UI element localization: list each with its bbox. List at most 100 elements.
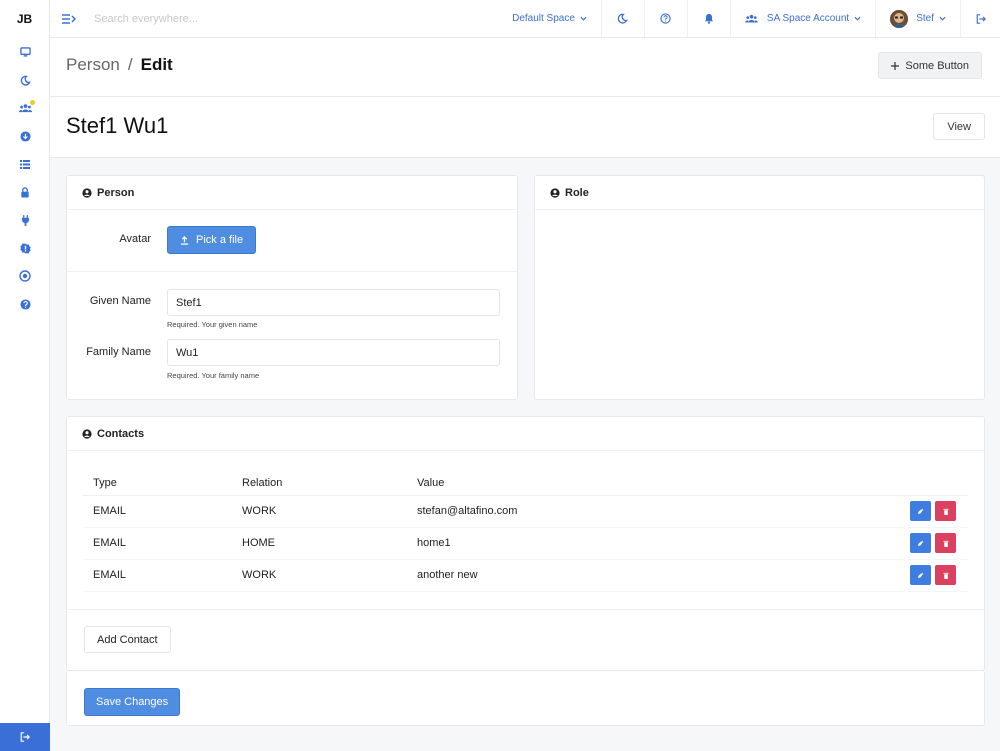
notification-dot	[30, 100, 35, 105]
role-card: Role	[534, 175, 985, 400]
given-name-help: Required. Your given name	[167, 320, 258, 329]
title-bar: Stef1 Wu1 View	[50, 97, 1000, 158]
person-fields: Given Name Required. Your given name Fam…	[67, 272, 517, 399]
edit-button[interactable]	[910, 533, 931, 553]
column-header-relation: Relation	[232, 471, 407, 496]
some-button[interactable]: Some Button	[878, 52, 982, 79]
help-circle-icon[interactable]	[0, 290, 50, 318]
logout-icon[interactable]	[0, 723, 50, 751]
moon-icon	[618, 13, 629, 24]
save-changes-button[interactable]: Save Changes	[84, 688, 181, 716]
avatar-row: Avatar Pick a file	[67, 210, 517, 272]
users-icon	[745, 14, 758, 23]
family-name-help: Required. Your family name	[167, 371, 260, 380]
person-card-title: Person	[97, 186, 135, 199]
breadcrumb-current: Edit	[140, 55, 173, 74]
contacts-card-title: Contacts	[97, 427, 145, 440]
pick-file-label: Pick a file	[196, 234, 244, 246]
family-name-label: Family Name	[86, 346, 151, 358]
divider	[67, 609, 984, 610]
logout-icon	[976, 13, 986, 24]
contacts-table: Type Relation Value EMAIL WORK stefan@al…	[83, 471, 968, 592]
table-row: EMAIL WORK another new	[83, 559, 968, 592]
form-footer: Save Changes	[66, 671, 985, 726]
trash-icon	[942, 508, 949, 515]
some-button-label: Some Button	[905, 59, 969, 72]
gear-badge-icon[interactable]	[0, 234, 50, 262]
role-card-title: Role	[565, 186, 589, 199]
monitor-icon[interactable]	[0, 38, 50, 66]
breadcrumb-separator: /	[127, 55, 133, 74]
pencil-icon	[917, 508, 924, 514]
breadcrumb-parent[interactable]: Person	[66, 55, 120, 75]
user-circle-icon	[82, 428, 92, 439]
topbar: Default Space SA Space Account Stef	[50, 0, 1000, 38]
delete-button[interactable]	[935, 501, 956, 521]
account-label: SA Space Account	[766, 13, 850, 24]
help-button[interactable]	[643, 0, 687, 37]
plug-icon[interactable]	[0, 206, 50, 234]
page-title: Stef1 Wu1	[66, 113, 169, 138]
search-bar	[88, 0, 498, 37]
delete-button[interactable]	[935, 565, 956, 585]
person-card: Person Avatar Pick a file Given Name Req…	[66, 175, 518, 400]
upload-icon	[180, 235, 189, 245]
contact-value: another new	[407, 559, 888, 592]
user-menu[interactable]: Stef	[875, 0, 960, 37]
contacts-card: Contacts Type Relation Value EMAIL WORK …	[66, 416, 985, 671]
contact-type: EMAIL	[83, 559, 232, 592]
contact-type: EMAIL	[83, 495, 232, 528]
table-row: EMAIL HOME home1	[83, 527, 968, 560]
menu-toggle-icon[interactable]	[50, 0, 88, 37]
theme-toggle[interactable]	[600, 0, 644, 37]
chevron-down-icon	[939, 16, 946, 21]
list-icon[interactable]	[0, 150, 50, 178]
given-name-label: Given Name	[89, 295, 151, 307]
pencil-icon	[917, 572, 924, 578]
sidebar: JB	[0, 0, 50, 751]
person-card-header: Person	[67, 176, 517, 210]
avatar-label: Avatar	[119, 233, 151, 245]
view-button[interactable]: View	[933, 113, 985, 140]
users-icon[interactable]	[0, 94, 50, 122]
contact-relation: WORK	[232, 495, 407, 528]
user-circle-icon	[550, 187, 560, 198]
contact-value: stefan@altafino.com	[407, 495, 888, 528]
table-row: EMAIL WORK stefan@altafino.com	[83, 495, 968, 528]
add-contact-button[interactable]: Add Contact	[84, 626, 171, 653]
notifications-button[interactable]	[686, 0, 730, 37]
column-header-value: Value	[407, 471, 888, 496]
pick-file-button[interactable]: Pick a file	[167, 226, 257, 254]
chevron-down-icon	[854, 16, 861, 21]
user-name: Stef	[916, 13, 934, 24]
row-actions	[888, 495, 968, 528]
column-header-actions	[888, 471, 968, 496]
brand-logo[interactable]: JB	[0, 0, 49, 38]
eye-circle-icon[interactable]	[0, 262, 50, 290]
bell-icon	[704, 13, 714, 24]
contacts-card-header: Contacts	[67, 417, 984, 451]
delete-button[interactable]	[935, 533, 956, 553]
lock-icon[interactable]	[0, 178, 50, 206]
edit-button[interactable]	[910, 565, 931, 585]
chevron-down-icon	[580, 16, 587, 21]
given-name-field[interactable]	[167, 289, 500, 316]
plus-icon	[891, 61, 900, 70]
contact-relation: WORK	[232, 559, 407, 592]
moon-icon[interactable]	[0, 66, 50, 94]
row-actions	[888, 527, 968, 560]
column-header-type: Type	[83, 471, 232, 496]
contact-relation: HOME	[232, 527, 407, 560]
row-actions	[888, 559, 968, 592]
signout-button[interactable]	[960, 0, 1000, 37]
family-name-field[interactable]	[167, 339, 500, 366]
space-label: Default Space	[512, 13, 575, 24]
help-circle-icon	[660, 13, 672, 24]
space-dropdown[interactable]: Default Space	[498, 0, 601, 37]
account-dropdown[interactable]: SA Space Account	[729, 0, 875, 37]
search-input[interactable]	[94, 12, 394, 25]
page-header: Person / Edit Some Button	[50, 38, 1000, 97]
arrow-down-circle-icon[interactable]	[0, 122, 50, 150]
edit-button[interactable]	[910, 501, 931, 521]
trash-icon	[942, 540, 949, 547]
